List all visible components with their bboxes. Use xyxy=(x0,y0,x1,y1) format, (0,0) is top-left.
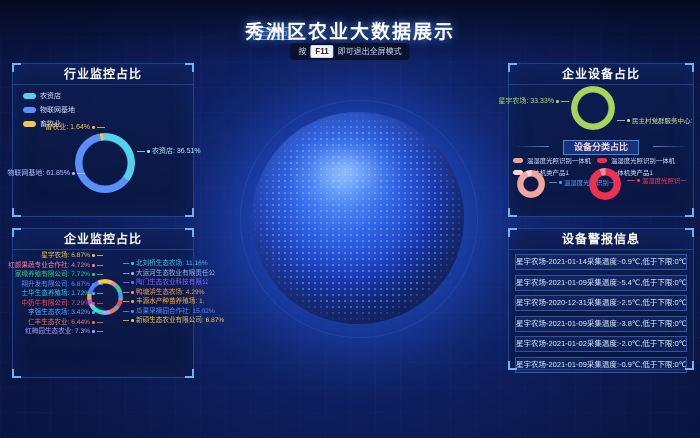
legend-label: 温湿度光照识别一体机 xyxy=(527,156,591,165)
dashboard: 秀洲区农业大数据展示 按 F11 即可退出全屏模式 行业监控占比 农资店 物联网… xyxy=(0,0,700,438)
alarm-row: 星宇农场-2021-01-09采集温度:-0.9℃,低于下限:0℃ xyxy=(515,357,687,373)
legend-item[interactable]: 农资店 xyxy=(23,91,75,101)
legend-swatch xyxy=(513,158,523,163)
f11-key-badge: F11 xyxy=(310,45,333,58)
category-donut-left[interactable] xyxy=(517,170,545,198)
alarm-row: 星宇农场-2021-01-09采集温度:-3.8℃,低于下限:0℃ xyxy=(515,316,687,332)
legend-label: 农资店 xyxy=(40,91,61,101)
legend-item[interactable]: 温湿度光照识别一体机 xyxy=(513,156,591,165)
legend-label: 温湿度光照识别一体机 xyxy=(611,156,675,165)
panel-enterprise-device: 企业设备占比 星宇农场: 33.33% 民主村党群服务中心: 设备分类占比 温湿… xyxy=(508,63,694,217)
device-category-title: 设备分类占比 xyxy=(563,140,639,155)
chart-callout: 新硕生态农业有限公司: 6.87% xyxy=(123,317,193,324)
legend-swatch xyxy=(597,158,607,163)
panel-title: 企业监控占比 xyxy=(13,229,193,250)
alarm-list: 星宇农场-2021-01-14采集温度:-0.9℃,低于下限:0℃ 星宇农场-2… xyxy=(509,250,693,373)
hint-suffix: 即可退出全屏模式 xyxy=(338,46,402,57)
chart-callout-center: 民主村党群服务中心: xyxy=(617,115,692,125)
device-donut-chart[interactable] xyxy=(571,86,615,130)
chart-callout-farm: 星宇农场: 33.33% xyxy=(511,96,569,106)
corner-decoration xyxy=(12,208,21,217)
chart-callout: 红梅园生态农业: 7.3% xyxy=(15,328,103,335)
chart-callout: 李强生态农场: 3.42% xyxy=(15,309,103,316)
corner-decoration xyxy=(12,63,21,72)
corner-decoration xyxy=(685,361,694,370)
chart-callout: 家缘养殖有限公司: 7.72% xyxy=(15,271,103,278)
alarm-row: 星宇农场-2020-12-31采集温度:-2.5℃,低于下限:0℃ xyxy=(515,295,687,311)
category-donut-right[interactable] xyxy=(589,168,621,200)
corner-decoration xyxy=(508,63,517,72)
industry-donut-chart[interactable] xyxy=(75,133,135,193)
chart-callout: 北刘桥生态农场: 11.16% xyxy=(123,260,193,267)
corner-decoration xyxy=(185,369,194,378)
legend-item[interactable]: 物联网基地 xyxy=(23,105,75,115)
chart-callout: 大运河生态牧业有限责任公 xyxy=(123,270,193,277)
chart-callout: 星宇农场: 6.87% xyxy=(15,252,103,259)
panel-title: 企业设备占比 xyxy=(509,64,693,85)
alarm-row: 星宇农场-2021-01-02采集温度:-2.0℃,低于下限:0℃ xyxy=(515,336,687,352)
chart-callout-livestock: 畜牧业: 1.64% xyxy=(13,122,105,132)
globe-highlight xyxy=(252,112,464,324)
chart-callout: 仁丰生态农业: 6.44% xyxy=(15,319,103,326)
corner-decoration xyxy=(185,63,194,72)
alarm-row: 星宇农场-2021-01-14采集温度:-0.9℃,低于下限:0℃ xyxy=(515,254,687,270)
panel-industry-monitor: 行业监控占比 农资店 物联网基地 畜牧业 畜牧业: 1.64% 农资店: 36.… xyxy=(12,63,194,217)
alarm-row: 星宇农场-2021-01-09采集温度:-5.4℃,低于下限:0℃ xyxy=(515,275,687,291)
chart-callout: 中奶牛有限公司: 7.29% xyxy=(15,300,103,307)
banner-line xyxy=(653,146,687,147)
corner-decoration xyxy=(185,208,194,217)
chart-callout: 红颜果蔬专业合作社: 4.72% xyxy=(15,262,103,269)
fullscreen-hint: 按 F11 即可退出全屏模式 xyxy=(290,43,409,60)
chart-callout-iot: 物联网基地: 61.85% xyxy=(13,168,85,178)
panel-title: 设备警报信息 xyxy=(509,229,693,250)
chart-callout: 瓜果采摘园合作社: 15.02% xyxy=(123,308,193,315)
legend-swatch xyxy=(23,93,36,99)
corner-decoration xyxy=(508,208,517,217)
chart-callout: 士华生态养殖场: 1.72% xyxy=(15,290,103,297)
legend-swatch xyxy=(23,107,36,113)
globe-graphic xyxy=(252,112,464,324)
corner-decoration xyxy=(508,228,517,237)
corner-decoration xyxy=(508,361,517,370)
corner-decoration xyxy=(185,228,194,237)
panel-enterprise-monitor: 企业监控占比 星宇农场: 6.87% 红颜果蔬专业合作社: 4.72% 家缘养殖… xyxy=(12,228,194,378)
corner-decoration xyxy=(685,63,694,72)
corner-decoration xyxy=(685,228,694,237)
chart-callout: 翔升发有限公司: 6.87% xyxy=(15,281,103,288)
enterprise-right-labels: 北刘桥生态农场: 11.16% 大运河生态牧业有限责任公 陶门生态农业科技有限公… xyxy=(123,260,193,324)
corner-decoration xyxy=(685,208,694,217)
panel-title: 行业监控占比 xyxy=(13,64,193,85)
chart-callout: 丰源水产种苗养殖场: 1. xyxy=(123,298,193,305)
chart-callout-store: 农资店: 36.51% xyxy=(137,146,201,156)
chart-callout: 温湿度光照识一 xyxy=(627,176,687,185)
enterprise-left-labels: 星宇农场: 6.87% 红颜果蔬专业合作社: 4.72% 家缘养殖有限公司: 7… xyxy=(15,252,103,335)
page-title: 秀洲区农业大数据展示 xyxy=(0,17,700,44)
chart-callout: 鸭塘浜生态农场: 4.29% xyxy=(123,289,193,296)
legend-label: 物联网基地 xyxy=(40,105,75,115)
corner-decoration xyxy=(12,228,21,237)
panel-device-alarms: 设备警报信息 星宇农场-2021-01-14采集温度:-0.9℃,低于下限:0℃… xyxy=(508,228,694,370)
legend-item[interactable]: 温湿度光照识别一体机 xyxy=(597,156,675,165)
chart-callout: 陶门生态农业科技有限公 xyxy=(123,279,193,286)
corner-decoration xyxy=(12,369,21,378)
hint-prefix: 按 xyxy=(298,46,306,57)
banner-line xyxy=(515,146,549,147)
